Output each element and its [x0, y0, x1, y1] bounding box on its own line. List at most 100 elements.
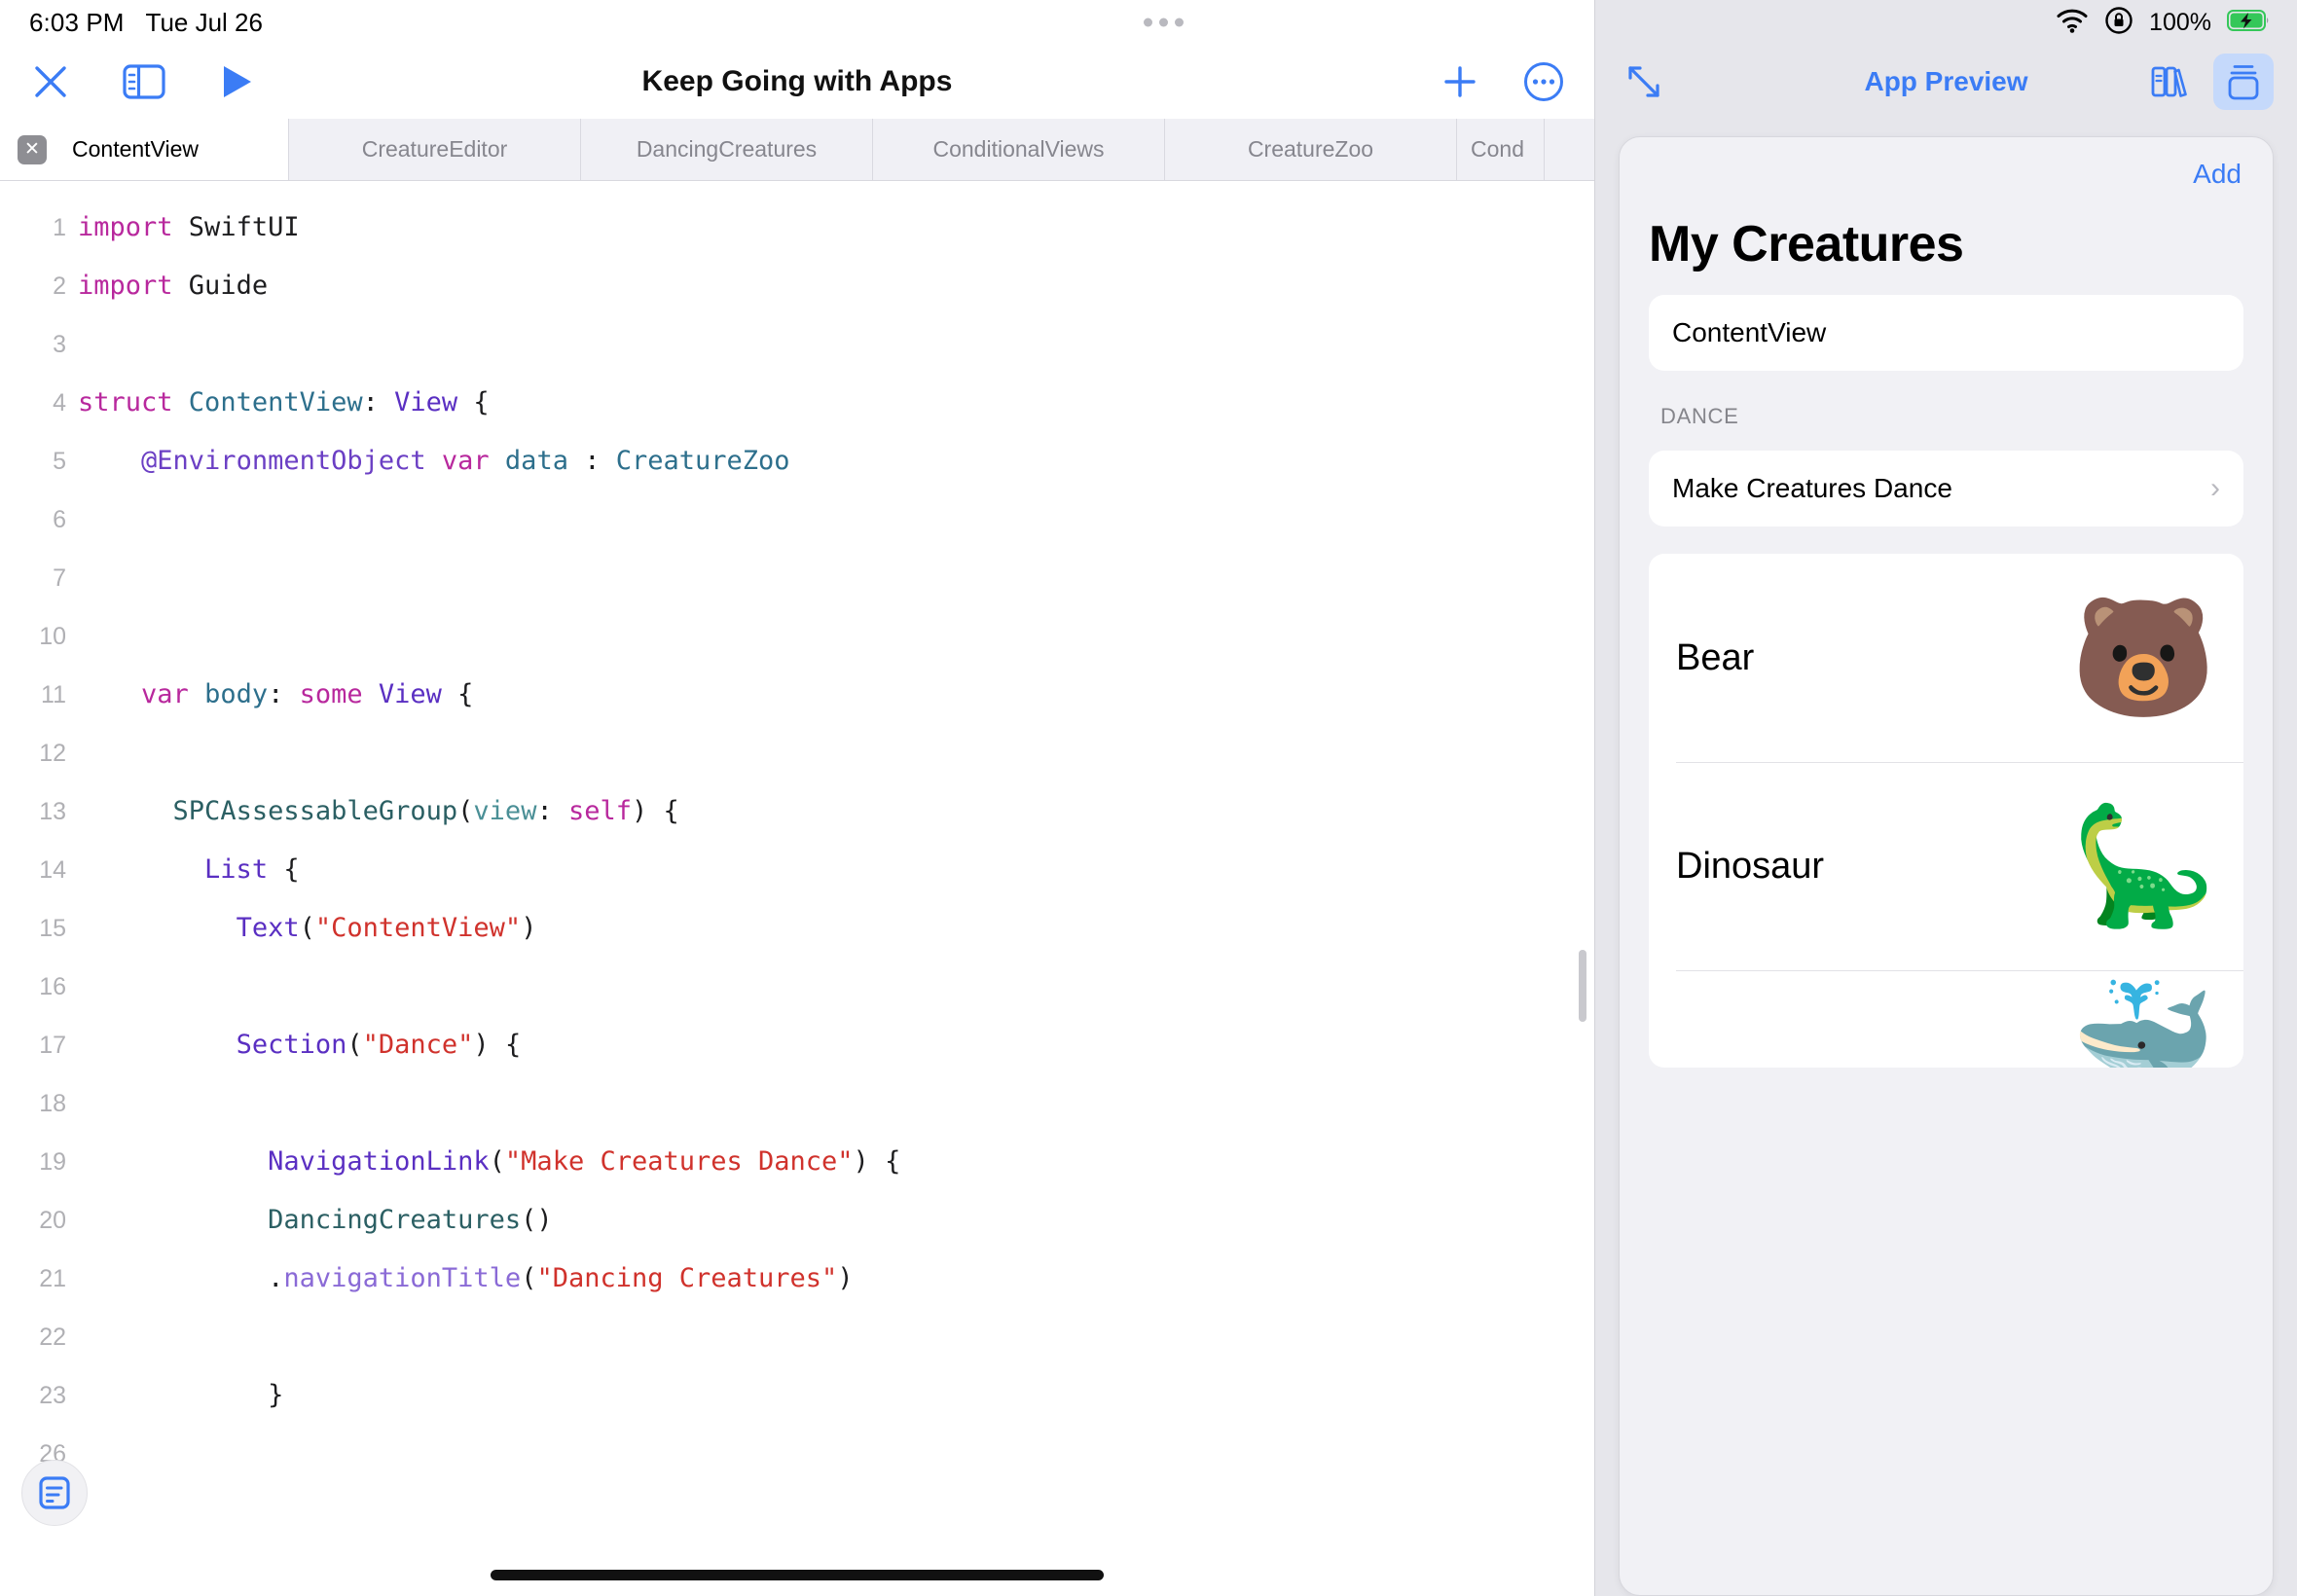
tab-conditionalviews[interactable]: ConditionalViews — [873, 119, 1165, 180]
status-time: 6:03 PM — [29, 7, 125, 37]
tab-creatureeditor[interactable]: CreatureEditor — [289, 119, 581, 180]
code-line: 21 .navigationTitle("Dancing Creatures") — [0, 1250, 1594, 1308]
more-ellipsis-icon[interactable] — [1518, 56, 1569, 107]
run-play-icon[interactable] — [212, 56, 263, 107]
creature-name: Dinosaur — [1676, 845, 1825, 887]
line-number: 19 — [39, 1148, 66, 1176]
app-preview-pane: 100% App Preview Add My Creatures Conten… — [1594, 0, 2297, 1596]
tab-creaturezoo[interactable]: CreatureZoo — [1165, 119, 1457, 180]
line-number: 16 — [39, 973, 66, 1000]
status-date: Tue Jul 26 — [145, 7, 263, 37]
list-item-creature-partial[interactable]: 🐳 — [1649, 970, 2243, 1068]
dance-card: Make Creatures Dance › — [1649, 451, 2243, 526]
dinosaur-emoji-icon: 🦕 — [2070, 801, 2216, 931]
screen-root: 6:03 PM Tue Jul 26 Keep Going with Apps … — [0, 0, 2297, 1596]
list-item-creature-bear[interactable]: Bear 🐻 — [1649, 554, 2243, 762]
line-number: 12 — [39, 740, 66, 767]
tab-label: CreatureEditor — [361, 136, 508, 162]
whale-emoji-icon: 🐳 — [2070, 973, 2216, 1068]
line-number: 14 — [39, 856, 66, 884]
plus-icon[interactable] — [1435, 56, 1485, 107]
code-line: 4 struct ContentView: View { — [0, 374, 1594, 432]
preview-device-frame: Add My Creatures ContentView DANCE Make … — [1619, 136, 2274, 1596]
creature-list-card: Bear 🐻 Dinosaur 🦕 🐳 — [1649, 554, 2243, 1068]
tab-cond-partial[interactable]: Cond — [1457, 119, 1545, 180]
line-number: 18 — [39, 1090, 66, 1117]
line-number: 11 — [41, 681, 66, 708]
list-item-creature-dinosaur[interactable]: Dinosaur 🦕 — [1649, 762, 2243, 970]
code-area[interactable]: 1 import SwiftUI 2 import Guide 3 4 struct … — [0, 181, 1594, 1596]
line-number: 3 — [53, 331, 66, 358]
code-line: 17 Section("Dance") { — [0, 1016, 1594, 1074]
code-text: } — [268, 1380, 284, 1410]
code-line: 22 — [0, 1308, 1594, 1366]
code-text: Section("Dance") { — [236, 1030, 522, 1060]
tab-contentview[interactable]: ✕ ContentView — [0, 119, 289, 180]
contentview-card: ContentView — [1649, 295, 2243, 371]
code-text: DancingCreatures() — [268, 1205, 553, 1235]
preview-app-content: Add My Creatures ContentView DANCE Make … — [1620, 137, 2273, 1595]
expand-diagonal-arrows-icon[interactable] — [1619, 56, 1669, 107]
code-text: var body: some View { — [141, 679, 474, 709]
code-editor-pane: 6:03 PM Tue Jul 26 Keep Going with Apps … — [0, 0, 1594, 1596]
book-library-icon[interactable] — [2139, 54, 2200, 110]
add-button[interactable]: Add — [1649, 159, 2243, 190]
list-item-contentview[interactable]: ContentView — [1649, 295, 2243, 371]
code-text: import Guide — [78, 271, 269, 301]
creature-name: Bear — [1676, 636, 1755, 678]
line-number: 1 — [53, 214, 66, 241]
tab-overflow[interactable] — [1545, 119, 1594, 180]
code-line: 7 — [0, 549, 1594, 607]
tab-label: DancingCreatures — [636, 136, 818, 162]
list-item-make-creatures-dance[interactable]: Make Creatures Dance › — [1649, 451, 2243, 526]
tab-close-icon[interactable]: ✕ — [18, 134, 47, 164]
code-line: 2 import Guide — [0, 257, 1594, 315]
line-number: 10 — [39, 623, 66, 650]
tab-label: Cond — [1471, 136, 1524, 162]
sidebar-toggle-icon[interactable] — [119, 56, 169, 107]
app-stack-icon[interactable] — [2213, 54, 2274, 110]
app-heading: My Creatures — [1649, 216, 1964, 272]
code-text: import SwiftUI — [78, 212, 300, 242]
line-number: 6 — [53, 506, 66, 533]
tab-label: ContentView — [72, 136, 199, 162]
tab-dancingcreatures[interactable]: DancingCreatures — [581, 119, 873, 180]
line-number: 17 — [39, 1032, 66, 1059]
code-text: NavigationLink("Make Creatures Dance") { — [268, 1146, 901, 1177]
chevron-right-icon: › — [2210, 472, 2220, 504]
code-line: 5 @EnvironmentObject var data : Creature… — [0, 432, 1594, 490]
line-number: 7 — [53, 564, 66, 592]
code-text: .navigationTitle("Dancing Creatures") — [268, 1263, 854, 1293]
code-scrollbar[interactable] — [1579, 950, 1586, 1022]
code-line: 11 var body: some View { — [0, 666, 1594, 724]
wifi-icon — [2056, 8, 2089, 38]
battery-percent: 100% — [2149, 8, 2211, 36]
document-text-icon[interactable] — [21, 1460, 88, 1526]
code-line: 16 — [0, 958, 1594, 1016]
file-tab-bar: ✕ ContentView CreatureEditor DancingCrea… — [0, 119, 1594, 181]
code-line: 12 — [0, 724, 1594, 782]
code-line: 15 Text("ContentView") — [0, 899, 1594, 958]
code-line: 20 DancingCreatures() — [0, 1191, 1594, 1250]
code-text: SPCAssessableGroup(view: self) { — [172, 796, 679, 826]
code-line: 10 — [0, 607, 1594, 666]
code-line: 26 — [0, 1425, 1594, 1483]
code-line: 14 List { — [0, 841, 1594, 899]
code-text: struct ContentView: View { — [78, 387, 490, 417]
status-bar-right: 100% — [1595, 0, 2297, 45]
line-number: 5 — [53, 448, 66, 475]
list-item-label: Make Creatures Dance — [1672, 473, 1952, 503]
status-bar-left: 6:03 PM Tue Jul 26 — [0, 0, 1594, 45]
multitask-handle[interactable] — [1144, 18, 1184, 27]
code-line: 6 — [0, 490, 1594, 549]
close-icon[interactable] — [25, 56, 76, 107]
code-line: 13 SPCAssessableGroup(view: self) { — [0, 782, 1594, 841]
battery-charging-icon — [2227, 9, 2270, 37]
line-number: 23 — [39, 1382, 66, 1409]
code-text: List { — [204, 854, 300, 885]
section-header-dance: DANCE — [1660, 404, 1739, 428]
line-number: 4 — [53, 389, 66, 417]
code-line: 3 — [0, 315, 1594, 374]
code-line: 18 — [0, 1074, 1594, 1133]
line-number: 22 — [39, 1324, 66, 1351]
